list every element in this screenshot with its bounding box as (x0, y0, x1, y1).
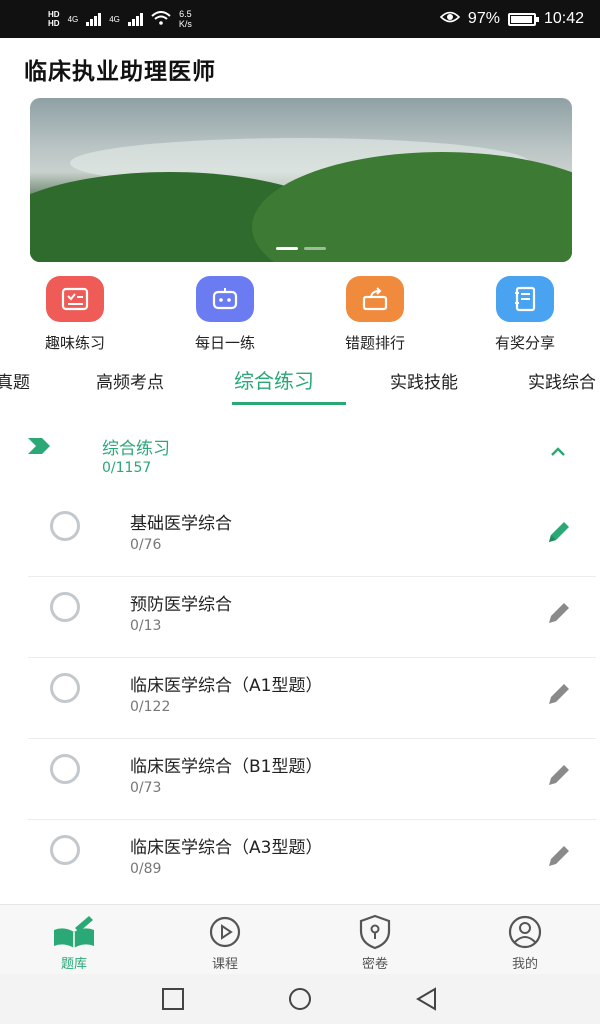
network-speed: 6.5 K/s (178, 9, 192, 29)
book-pen-icon (24, 913, 124, 951)
quick-action-label: 趣味练习 (44, 334, 105, 352)
pencil-icon[interactable] (544, 760, 574, 794)
banner-carousel[interactable] (30, 98, 572, 262)
tab-past-exams[interactable]: 真题 (0, 368, 30, 393)
pencil-icon[interactable] (544, 841, 574, 875)
radio-button[interactable] (50, 754, 80, 784)
item-title: 临床医学综合（A1型题） (130, 676, 323, 696)
shield-lock-icon (325, 913, 425, 951)
recent-apps-icon[interactable] (160, 986, 186, 1016)
status-bar: HD HD 4G 4G 6.5 K/s 97% 10:42 (0, 0, 600, 38)
eye-comfort-icon (439, 10, 461, 29)
item-progress: 0/76 (130, 537, 162, 553)
quiz-icon (46, 276, 104, 322)
list-item[interactable]: 临床医学综合（A3型题） 0/89 (28, 821, 596, 901)
system-navigation-bar (0, 974, 600, 1024)
item-progress: 0/13 (130, 618, 162, 634)
signal-icon (86, 12, 102, 26)
hd-indicator: HD HD (48, 10, 60, 28)
item-title: 预防医学综合 (130, 595, 232, 615)
tab-comprehensive-practice[interactable]: 综合练习 (234, 365, 314, 394)
list-item[interactable]: 临床医学综合（A1型题） 0/122 (28, 659, 596, 739)
quick-action-reward-share[interactable]: 有奖分享 (465, 276, 585, 353)
signal-icon-2 (127, 12, 143, 26)
tab-practical-skills[interactable]: 实践技能 (390, 368, 458, 393)
nav-label: 题库 (60, 957, 87, 972)
item-title: 基础医学综合 (130, 514, 232, 534)
pencil-icon[interactable] (544, 517, 574, 551)
share-box-icon (346, 276, 404, 322)
nav-label: 密卷 (361, 957, 388, 972)
group-title: 综合练习 (102, 439, 170, 459)
radio-button[interactable] (50, 835, 80, 865)
network-type-1: 4G (67, 14, 79, 24)
pencil-icon[interactable] (544, 679, 574, 713)
page-title: 临床执业助理医师 (24, 59, 216, 85)
notebook-icon (496, 276, 554, 322)
carousel-indicator (30, 247, 572, 250)
chevron-right-flag-icon (28, 438, 52, 458)
category-tabs: 真题 高频考点 综合练习 实践技能 实践综合 (0, 360, 600, 406)
play-circle-icon (175, 913, 275, 951)
radio-button[interactable] (50, 592, 80, 622)
nav-courses[interactable]: 课程 (175, 913, 275, 972)
nav-profile[interactable]: 我的 (475, 913, 575, 972)
quick-action-fun-practice[interactable]: 趣味练习 (15, 276, 135, 353)
item-progress: 0/89 (130, 861, 162, 877)
item-title: 临床医学综合（A3型题） (130, 838, 323, 858)
network-type-2: 4G (109, 14, 120, 24)
battery-icon (507, 12, 539, 26)
radio-button[interactable] (50, 673, 80, 703)
radio-button[interactable] (50, 511, 80, 541)
user-circle-icon (475, 913, 575, 951)
nav-label: 课程 (211, 957, 238, 972)
list-item[interactable]: 基础医学综合 0/76 (28, 497, 596, 577)
active-tab-indicator (232, 402, 346, 405)
robot-icon (196, 276, 254, 322)
quick-actions: 趣味练习 每日一练 错题排行 有奖分享 (0, 276, 600, 356)
wifi-icon (151, 10, 171, 28)
chevron-up-icon[interactable] (548, 444, 568, 463)
nav-secret-papers[interactable]: 密卷 (325, 913, 425, 972)
item-progress: 0/122 (130, 699, 171, 715)
nav-question-bank[interactable]: 题库 (24, 913, 124, 972)
quick-action-daily-practice[interactable]: 每日一练 (165, 276, 285, 353)
quick-action-wrong-ranking[interactable]: 错题排行 (315, 276, 435, 353)
quick-action-label: 每日一练 (194, 334, 255, 352)
pencil-icon[interactable] (544, 598, 574, 632)
bottom-navigation: 题库 课程 密卷 我的 (0, 904, 600, 974)
home-icon[interactable] (287, 986, 313, 1016)
quick-action-label: 错题排行 (344, 334, 405, 352)
list-item[interactable]: 预防医学综合 0/13 (28, 578, 596, 658)
nav-label: 我的 (511, 957, 538, 972)
list-item[interactable]: 临床医学综合（B1型题） 0/73 (28, 740, 596, 820)
group-progress: 0/1157 (102, 460, 152, 476)
tab-practical-comprehensive[interactable]: 实践综合 (528, 368, 596, 393)
chapter-group-header[interactable]: 综合练习 0/1157 (0, 426, 600, 486)
tab-high-frequency[interactable]: 高频考点 (96, 368, 164, 393)
item-progress: 0/73 (130, 780, 162, 796)
quick-action-label: 有奖分享 (494, 334, 555, 352)
item-title: 临床医学综合（B1型题） (130, 757, 323, 777)
battery-percent: 97% (467, 10, 500, 27)
back-icon[interactable] (414, 986, 440, 1016)
clock: 10:42 (543, 10, 584, 27)
